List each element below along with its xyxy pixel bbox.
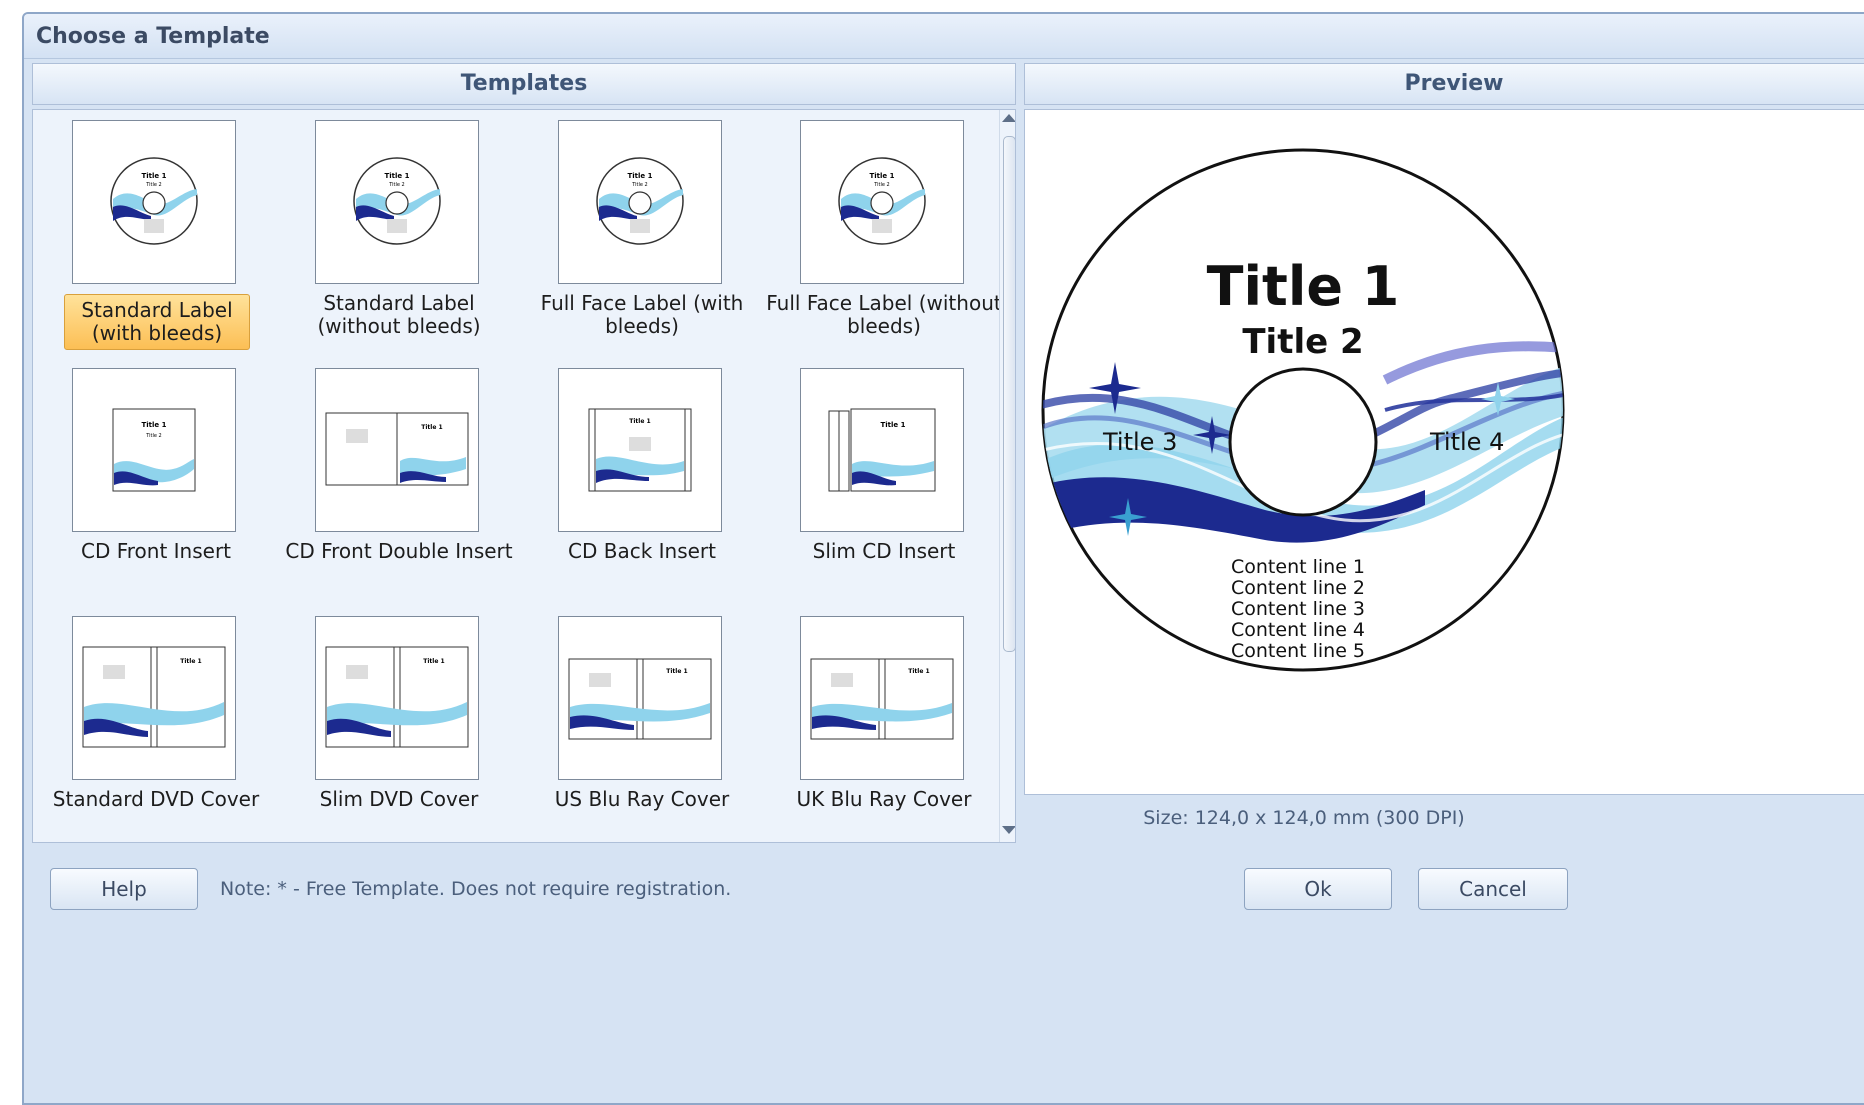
template-thumbnail[interactable]: Title 1 Title 2: [72, 368, 236, 532]
svg-text:Title 2: Title 2: [873, 182, 890, 188]
template-label[interactable]: CD Back Insert: [522, 540, 762, 563]
svg-text:Title 1: Title 1: [421, 424, 442, 431]
size-info: Size: 124,0 x 124,0 mm (300 DPI): [1143, 807, 1465, 829]
template-label[interactable]: Standard Label (without bleeds): [279, 292, 519, 338]
content-line: Content line 2: [1231, 577, 1365, 599]
content-line: Content line 1: [1231, 556, 1365, 578]
svg-text:Title 1: Title 1: [870, 172, 895, 180]
scroll-thumb[interactable]: [1003, 136, 1015, 652]
svg-text:Title 1: Title 1: [142, 172, 167, 180]
template-tile[interactable]: Title 1 CD Front Double Insert: [279, 360, 519, 600]
help-button[interactable]: Help: [50, 868, 198, 910]
template-grid: Title 1 Title 2 Standard Label (with bleed…: [32, 109, 1016, 843]
preview-title-4: Title 4: [1429, 428, 1504, 456]
preview-title-2: Title 2: [1242, 322, 1363, 362]
templates-header: Templates: [32, 63, 1016, 105]
template-thumbnail[interactable]: Title 1 Title 2: [558, 120, 722, 284]
svg-text:Title 1: Title 1: [423, 658, 444, 665]
svg-text:Title 1: Title 1: [180, 658, 201, 665]
svg-text:Title 1: Title 1: [629, 418, 650, 425]
template-thumbnail[interactable]: Title 1: [800, 616, 964, 780]
preview-header: Preview: [1024, 63, 1864, 105]
preview-area: Title 1 Title 2 Title 3 Title 4 Content …: [1024, 109, 1864, 795]
template-tile[interactable]: Title 1 Standard DVD Cover: [36, 608, 276, 842]
template-tile[interactable]: Title 1 Slim DVD Cover: [279, 608, 519, 842]
svg-text:Title 1: Title 1: [908, 668, 929, 675]
cd-label-preview: Title 1 Title 2 Title 3 Title 4 Content …: [1041, 148, 1565, 672]
template-label[interactable]: US Blu Ray Cover: [522, 788, 762, 811]
template-tile[interactable]: Title 1 Title 2 CD Front Insert: [36, 360, 276, 600]
preview-title-3: Title 3: [1102, 428, 1177, 456]
svg-text:Title 2: Title 2: [388, 182, 405, 188]
template-thumbnail[interactable]: Title 1 Title 2: [800, 120, 964, 284]
template-label[interactable]: CD Front Double Insert: [279, 540, 519, 563]
svg-text:Title 1: Title 1: [881, 421, 906, 429]
template-tile[interactable]: Title 1 Title 2 Full Face Label (with blee…: [522, 112, 762, 352]
content-line: Content line 3: [1231, 598, 1365, 620]
free-template-note: Note: * - Free Template. Does not requir…: [220, 878, 732, 900]
template-label[interactable]: Full Face Label (without bleeds): [764, 292, 1004, 338]
template-tile[interactable]: Title 1 Title 2 Standard Label (without bl…: [279, 112, 519, 352]
disc-hole: [1228, 367, 1378, 517]
scroll-down-arrow-icon[interactable]: [1002, 826, 1015, 834]
svg-text:Title 1: Title 1: [666, 668, 687, 675]
window-title: Choose a Template: [36, 24, 270, 49]
template-label[interactable]: CD Front Insert: [36, 540, 276, 563]
svg-text:Title 1: Title 1: [142, 421, 167, 429]
scroll-up-arrow-icon[interactable]: [1002, 114, 1015, 122]
template-thumbnail[interactable]: Title 1: [315, 616, 479, 780]
template-label[interactable]: Standard DVD Cover: [36, 788, 276, 811]
vertical-scrollbar[interactable]: [999, 110, 1015, 842]
svg-text:Title 2: Title 2: [631, 182, 648, 188]
template-thumbnail[interactable]: Title 1 Title 2: [315, 120, 479, 284]
template-thumbnail[interactable]: Title 1: [315, 368, 479, 532]
ok-button[interactable]: Ok: [1244, 868, 1392, 910]
template-label[interactable]: UK Blu Ray Cover: [764, 788, 1004, 811]
content-line: Content line 4: [1231, 619, 1365, 641]
template-label[interactable]: Standard Label (with bleeds): [64, 294, 250, 350]
template-label[interactable]: Full Face Label (with bleeds): [522, 292, 762, 338]
content-line: Content line 5: [1231, 640, 1365, 662]
preview-title-1: Title 1: [1207, 255, 1400, 318]
template-tile[interactable]: Title 1 CD Back Insert: [522, 360, 762, 600]
svg-text:Title 1: Title 1: [628, 172, 653, 180]
template-tile[interactable]: Title 1 Title 2 Standard Label (with bleed…: [36, 112, 276, 352]
template-tile[interactable]: Title 1 Slim CD Insert: [764, 360, 1004, 600]
template-thumbnail[interactable]: Title 1: [800, 368, 964, 532]
template-tile[interactable]: Title 1 UK Blu Ray Cover: [764, 608, 1004, 842]
cancel-button[interactable]: Cancel: [1418, 868, 1568, 910]
template-thumbnail[interactable]: Title 1 Title 2: [72, 120, 236, 284]
template-label[interactable]: Slim DVD Cover: [279, 788, 519, 811]
template-tile[interactable]: Title 1 US Blu Ray Cover: [522, 608, 762, 842]
preview-content-lines: Content line 1Content line 2Content line…: [1231, 556, 1365, 662]
template-thumbnail[interactable]: Title 1: [558, 368, 722, 532]
choose-template-dialog: Choose a Template Templates Preview Titl…: [22, 12, 1864, 1105]
template-thumbnail[interactable]: Title 1: [558, 616, 722, 780]
template-thumbnail[interactable]: Title 1: [72, 616, 236, 780]
template-label[interactable]: Slim CD Insert: [764, 540, 1004, 563]
title-bar: Choose a Template: [24, 14, 1864, 59]
svg-text:Title 2: Title 2: [145, 433, 162, 439]
svg-text:Title 2: Title 2: [145, 182, 162, 188]
template-tile[interactable]: Title 1 Title 2 Full Face Label (without b…: [764, 112, 1004, 352]
svg-text:Title 1: Title 1: [385, 172, 410, 180]
